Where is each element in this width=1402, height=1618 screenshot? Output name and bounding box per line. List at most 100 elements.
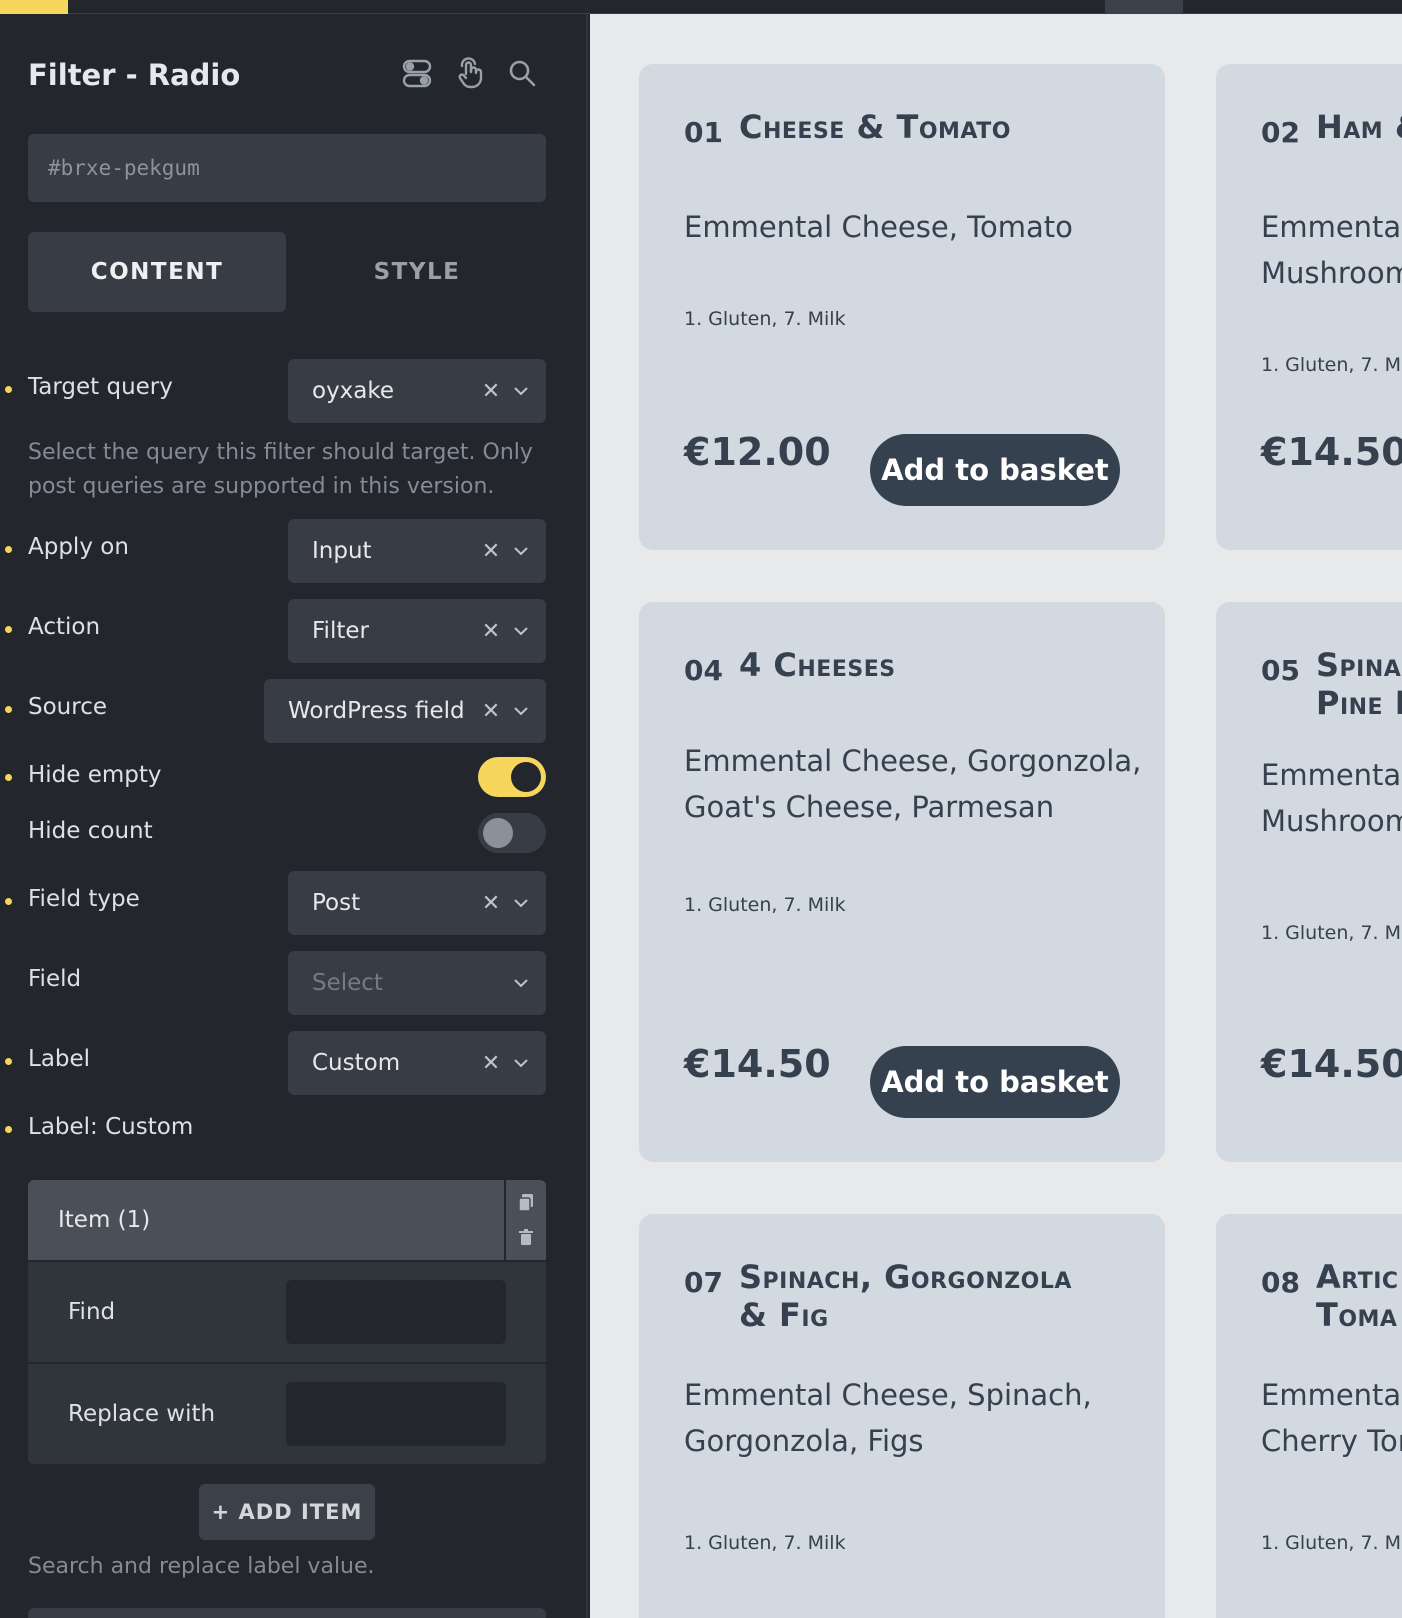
hand-pointer-icon[interactable]: [453, 56, 487, 90]
repeater-item-header[interactable]: Item (1): [28, 1180, 504, 1260]
select-value: Post: [312, 890, 361, 916]
add-item-button[interactable]: + ADD ITEM: [199, 1484, 375, 1540]
product-card: 02 Ham & Emmental Mushroom 1. Gluten, 7.…: [1216, 64, 1402, 550]
source-label: Source: [28, 694, 107, 720]
description-line: Emmental: [1261, 210, 1402, 244]
clear-icon[interactable]: ✕: [480, 891, 502, 916]
select-value: Filter: [312, 618, 369, 644]
tab-style[interactable]: STYLE: [288, 232, 546, 312]
product-card: 05 Spina Pine N Emmental Mushroom 1. Glu…: [1216, 602, 1402, 1162]
clear-icon[interactable]: ✕: [480, 699, 502, 724]
next-control[interactable]: [28, 1608, 546, 1618]
chevron-down-icon: [512, 706, 530, 716]
title-line: & Fig: [739, 1296, 829, 1334]
label-custom-label: Label: Custom: [28, 1114, 194, 1140]
trash-icon[interactable]: [517, 1228, 535, 1246]
product-price: €12.00: [684, 430, 831, 474]
product-card: 04 4 Cheeses Emmental Cheese, Gorgonzola…: [639, 602, 1165, 1162]
title-line: Artic: [1316, 1258, 1399, 1296]
product-price: €14.50: [1261, 1042, 1402, 1086]
description-line: Gorgonzola, Figs: [684, 1424, 924, 1458]
find-input[interactable]: [286, 1280, 506, 1344]
changed-indicator: [5, 898, 12, 905]
toolbar-accent: [0, 0, 68, 14]
chevron-down-icon: [512, 898, 530, 908]
clear-icon[interactable]: ✕: [480, 1051, 502, 1076]
label-select[interactable]: Custom ✕: [288, 1031, 546, 1095]
product-allergens: 1. Gluten, 7. Mil: [1261, 922, 1402, 944]
clear-icon[interactable]: ✕: [480, 539, 502, 564]
label-control-label: Label: [28, 1046, 91, 1072]
replace-row: Replace with: [28, 1364, 546, 1464]
product-number: 05: [1261, 654, 1300, 687]
repeater-item-actions: [506, 1180, 546, 1260]
chevron-down-icon: [512, 386, 530, 396]
description-line: Mushroom: [1261, 256, 1402, 290]
product-description: Emmental Mushroom: [1261, 204, 1402, 296]
action-label: Action: [28, 614, 101, 640]
element-panel: Filter - Radio #brxe-pekgum CONTENT STYL…: [0, 14, 588, 1618]
description-line: Cherry Tor: [1261, 1424, 1402, 1458]
add-to-basket-button[interactable]: Add to basket: [870, 434, 1120, 506]
product-number: 08: [1261, 1266, 1300, 1299]
changed-indicator: [5, 774, 12, 781]
title-line: Spinach, Gorgonzola: [739, 1258, 1072, 1296]
hide-empty-label: Hide empty: [28, 762, 162, 788]
product-description: Emmental Cherry Tor: [1261, 1372, 1402, 1464]
field-type-select[interactable]: Post ✕: [288, 871, 546, 935]
toolbar-active-marker: [1105, 0, 1183, 14]
add-to-basket-button[interactable]: Add to basket: [870, 1046, 1120, 1118]
action-select[interactable]: Filter ✕: [288, 599, 546, 663]
product-allergens: 1. Gluten, 7. Mil: [1261, 1532, 1402, 1554]
select-placeholder: Select: [312, 970, 383, 996]
apply-on-select[interactable]: Input ✕: [288, 519, 546, 583]
panel-title: Filter - Radio: [28, 58, 241, 92]
source-select[interactable]: WordPress field ✕: [264, 679, 546, 743]
toggle-settings-icon[interactable]: [400, 56, 434, 90]
product-card: 08 Artic Toma Emmental Cherry Tor 1. Glu…: [1216, 1214, 1402, 1618]
select-value: WordPress field: [288, 698, 465, 724]
search-icon[interactable]: [505, 56, 539, 90]
product-allergens: 1. Gluten, 7. Milk: [684, 308, 846, 330]
description-line: Emmental: [1261, 1378, 1402, 1412]
chevron-down-icon: [512, 1058, 530, 1068]
find-label: Find: [68, 1299, 116, 1325]
product-title: 4 Cheeses: [739, 646, 896, 684]
changed-indicator: [5, 546, 12, 553]
product-card: 07 Spinach, Gorgonzola & Fig Emmental Ch…: [639, 1214, 1165, 1618]
clear-icon[interactable]: ✕: [480, 619, 502, 644]
product-price: €14.50: [684, 1042, 831, 1086]
product-title: Ham &: [1316, 108, 1402, 146]
product-number: 02: [1261, 116, 1300, 149]
replace-input[interactable]: [286, 1382, 506, 1446]
product-description: Emmental Mushroom: [1261, 752, 1402, 844]
select-value: oyxake: [312, 378, 395, 404]
description-line: Mushroom: [1261, 804, 1402, 838]
apply-on-label: Apply on: [28, 534, 129, 560]
element-id-field[interactable]: #brxe-pekgum: [28, 134, 546, 202]
product-description: Emmental Cheese, Tomato: [684, 204, 1144, 250]
find-row: Find: [28, 1262, 546, 1362]
product-title: Artic Toma: [1316, 1258, 1399, 1334]
field-select[interactable]: Select: [288, 951, 546, 1015]
title-line: Toma: [1316, 1296, 1398, 1334]
product-title: Cheese & Tomato: [739, 108, 1011, 146]
select-value: Custom: [312, 1050, 401, 1076]
copy-icon[interactable]: [517, 1194, 535, 1212]
changed-indicator: [5, 626, 12, 633]
tab-content[interactable]: CONTENT: [28, 232, 286, 312]
hide-count-toggle[interactable]: [478, 813, 546, 853]
hide-empty-toggle[interactable]: [478, 757, 546, 797]
chevron-down-icon: [512, 978, 530, 988]
clear-icon[interactable]: ✕: [480, 379, 502, 404]
product-title: Spinach, Gorgonzola & Fig: [739, 1258, 1072, 1334]
description-line: Emmental Cheese, Spinach,: [684, 1378, 1092, 1412]
target-query-select[interactable]: oyxake ✕: [288, 359, 546, 423]
product-description: Emmental Cheese, Spinach, Gorgonzola, Fi…: [684, 1372, 1144, 1464]
field-label: Field: [28, 966, 82, 992]
label-custom-help: Search and replace label value.: [28, 1554, 375, 1579]
product-number: 04: [684, 654, 723, 687]
field-type-label: Field type: [28, 886, 140, 912]
description-line: Goat's Cheese, Parmesan: [684, 790, 1055, 824]
product-card: 01 Cheese & Tomato Emmental Cheese, Toma…: [639, 64, 1165, 550]
